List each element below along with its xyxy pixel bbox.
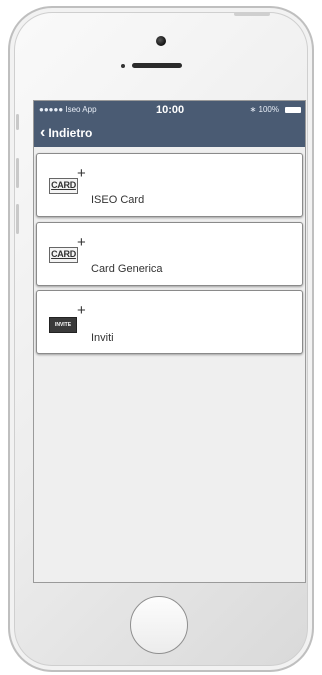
home-button[interactable] xyxy=(130,596,188,654)
carrier-label: ●●●●● Iseo App xyxy=(39,105,97,114)
screen: ●●●●● Iseo App 10:00 ∗ 100% ‹ Indietro C… xyxy=(33,100,306,583)
back-button[interactable]: ‹ Indietro xyxy=(40,124,93,141)
navigation-bar: ‹ Indietro xyxy=(34,121,305,147)
mute-switch xyxy=(16,114,19,130)
status-time: 10:00 xyxy=(156,104,185,116)
list-item-inviti[interactable]: INVITE + Inviti xyxy=(36,290,303,354)
list-item-iseo-card[interactable]: CARD + ISEO Card xyxy=(36,153,303,217)
list-item-label: ISEO Card xyxy=(91,194,145,206)
plus-icon: + xyxy=(77,165,86,182)
card-icon-text: CARD xyxy=(51,249,76,259)
invite-icon-text: INVITE xyxy=(54,322,72,328)
plus-icon: + xyxy=(77,302,86,319)
status-bar: ●●●●● Iseo App 10:00 ∗ 100% xyxy=(34,101,305,121)
chevron-left-icon: ‹ xyxy=(40,124,46,141)
volume-up-button xyxy=(16,158,19,188)
earpiece-speaker xyxy=(132,63,182,68)
list-item-label: Card Generica xyxy=(91,263,163,275)
list-item-label: Inviti xyxy=(91,332,114,344)
card-icon: CARD xyxy=(49,178,78,194)
battery-icon xyxy=(285,107,301,113)
card-icon: CARD xyxy=(49,247,78,263)
power-button xyxy=(234,12,270,16)
plus-icon: + xyxy=(77,234,86,251)
invite-icon: INVITE xyxy=(49,317,77,333)
card-icon-text: CARD xyxy=(51,180,76,190)
proximity-sensor xyxy=(121,64,125,68)
volume-down-button xyxy=(16,204,19,234)
battery-percentage: ∗ 100% xyxy=(249,105,279,114)
back-button-label: Indietro xyxy=(48,126,93,140)
front-camera xyxy=(156,36,166,46)
list-item-card-generica[interactable]: CARD + Card Generica xyxy=(36,222,303,286)
